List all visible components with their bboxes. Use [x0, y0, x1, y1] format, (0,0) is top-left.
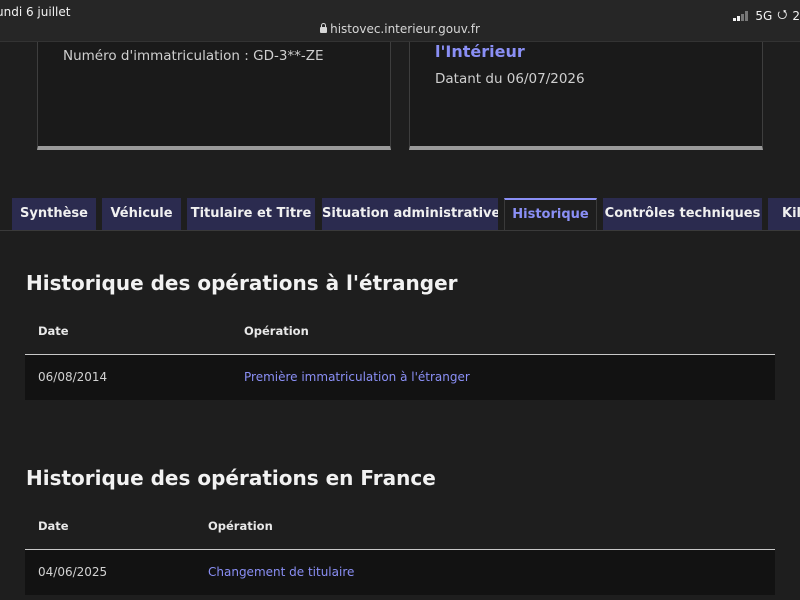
address-bar[interactable]: histovec.interieur.gouv.fr: [0, 22, 800, 36]
table-row: 04/06/2025 Changement de titulaire: [25, 550, 775, 595]
tab-controles-techniques[interactable]: Contrôles techniques: [603, 198, 762, 230]
france-history-title: Historique des opérations en France: [26, 466, 436, 490]
plate-card: Numéro d'immatriculation : GD-3**-ZE: [37, 42, 391, 150]
status-bar: undi 6 juillet 5G ⭯ 2 histovec.interieur…: [0, 0, 800, 42]
tab-kilometrage[interactable]: Kilo: [768, 198, 800, 230]
tab-historique[interactable]: Historique: [504, 198, 597, 230]
foreign-date-header: Date: [38, 324, 69, 338]
tab-titulaire-titre[interactable]: Titulaire et Titre: [187, 198, 315, 230]
tab-divider: [0, 230, 800, 231]
tab-synthese[interactable]: Synthèse: [12, 198, 96, 230]
tab-situation-administrative[interactable]: Situation administrative: [322, 198, 498, 230]
row-operation-link[interactable]: Changement de titulaire: [208, 565, 354, 579]
row-date: 06/08/2014: [38, 370, 108, 384]
table-row: 06/08/2014 Première immatriculation à l'…: [25, 355, 775, 400]
tab-bar: Synthèse Véhicule Titulaire et Titre Sit…: [0, 198, 800, 230]
plate-number: Numéro d'immatriculation : GD-3**-ZE: [63, 48, 324, 64]
network-label: 5G: [755, 8, 773, 23]
foreign-history-title: Historique des opérations à l'étranger: [26, 271, 458, 295]
row-date: 04/06/2025: [38, 565, 108, 579]
france-date-header: Date: [38, 519, 69, 533]
lock-icon: [320, 23, 328, 33]
foreign-operation-header: Opération: [244, 324, 309, 338]
source-card: l'Intérieur Datant du 06/07/2026: [409, 42, 763, 150]
battery-label: 2: [792, 8, 800, 23]
france-operation-header: Opération: [208, 519, 273, 533]
report-date: Datant du 06/07/2026: [435, 71, 585, 87]
status-date: undi 6 juillet: [0, 5, 71, 19]
source-card-title: l'Intérieur: [435, 42, 525, 61]
url-text: histovec.interieur.gouv.fr: [330, 22, 480, 36]
tab-vehicule[interactable]: Véhicule: [102, 198, 181, 230]
signal-icon: [733, 10, 749, 21]
row-operation-link[interactable]: Première immatriculation à l'étranger: [244, 370, 470, 384]
